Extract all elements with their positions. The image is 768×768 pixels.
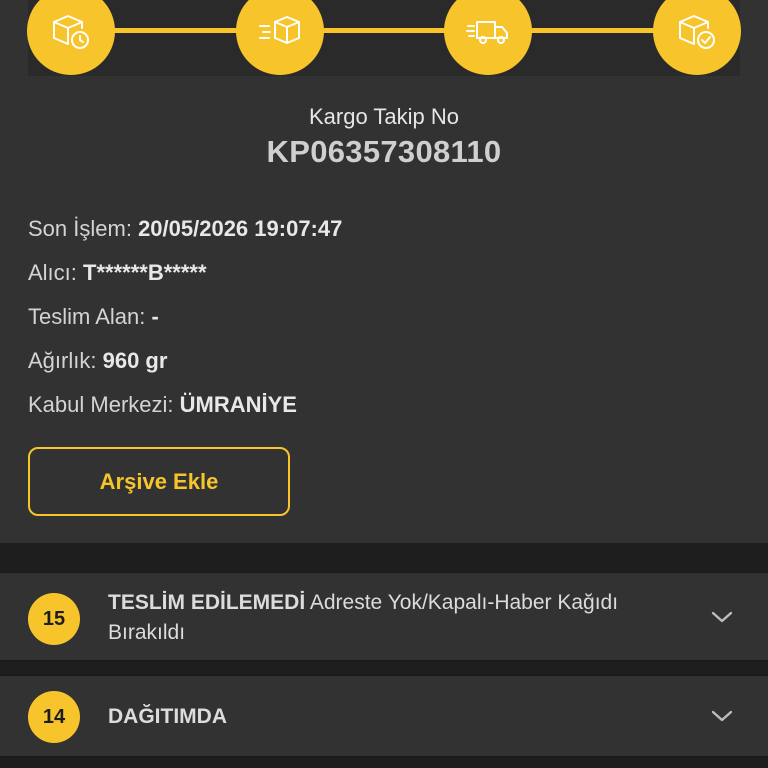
tracking-card: Kargo Takip No KP06357308110 Son İşlem: … (0, 0, 768, 543)
package-moving-icon (259, 16, 300, 44)
chevron-down-icon[interactable] (710, 704, 734, 728)
progress-line (70, 28, 698, 33)
history-item[interactable]: 15 TESLİM EDİLEMEDİ Adreste Yok/Kapalı-H… (0, 572, 768, 661)
delivered-to-row: Teslim Alan: - (28, 301, 342, 345)
history-item[interactable]: 14 DAĞITIMDA (0, 675, 768, 757)
add-to-archive-button[interactable]: Arşive Ekle (28, 447, 290, 516)
last-action-value: 20/05/2026 19:07:47 (138, 216, 343, 241)
weight-label: Ağırlık: (28, 348, 97, 373)
delivered-to-label: Teslim Alan: (28, 304, 146, 329)
delivered-to-value: - (151, 304, 159, 329)
tracking-page: Kargo Takip No KP06357308110 Son İşlem: … (0, 0, 768, 768)
tracking-number: KP06357308110 (266, 134, 502, 169)
weight-value: 960 gr (102, 348, 168, 373)
recipient-label: Alıcı: (28, 260, 77, 285)
progress-strip (28, 0, 740, 76)
shipment-info: Son İşlem: 20/05/2026 19:07:47 Alıcı: T*… (28, 213, 342, 433)
history-status: DAĞITIMDA (108, 702, 668, 732)
history-step-badge: 15 (28, 593, 80, 645)
tracking-number-label: Kargo Takip No (308, 104, 459, 129)
recipient-value: T******B***** (83, 260, 207, 285)
last-action-row: Son İşlem: 20/05/2026 19:07:47 (28, 213, 342, 257)
progress-tracker (0, 0, 768, 76)
weight-row: Ağırlık: 960 gr (28, 345, 342, 389)
history-status-strong: DAĞITIMDA (108, 705, 227, 728)
delivery-truck-icon (466, 21, 508, 44)
acceptance-center-label: Kabul Merkezi: (28, 392, 174, 417)
acceptance-center-row: Kabul Merkezi: ÜMRANİYE (28, 389, 342, 433)
package-check-icon (679, 15, 715, 49)
recipient-row: Alıcı: T******B***** (28, 257, 342, 301)
history-status: TESLİM EDİLEMEDİ Adreste Yok/Kapalı-Habe… (108, 588, 668, 648)
chevron-down-icon[interactable] (710, 605, 734, 629)
last-action-label: Son İşlem: (28, 216, 132, 241)
package-clock-icon (53, 15, 89, 49)
history-step-badge: 14 (28, 691, 80, 743)
history-status-strong: TESLİM EDİLEMEDİ (108, 591, 306, 614)
acceptance-center-value: ÜMRANİYE (179, 392, 297, 417)
